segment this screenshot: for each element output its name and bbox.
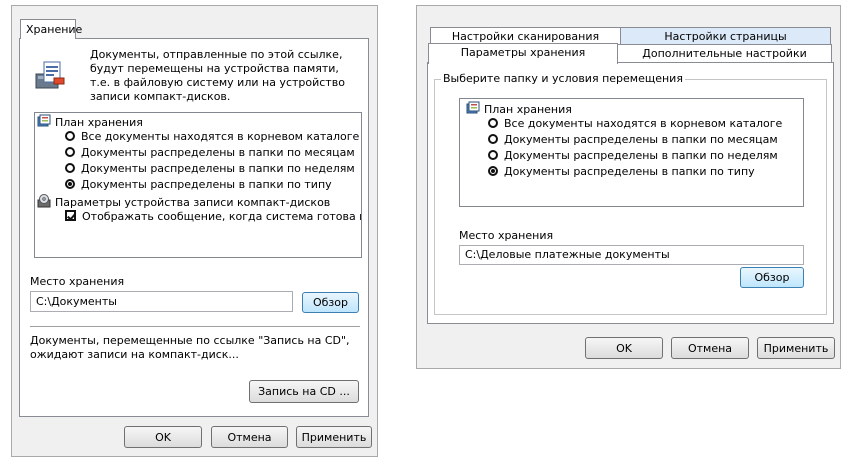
radio-button-selected[interactable] — [65, 179, 75, 189]
radio-option-weeks[interactable]: Документы распределены в папки по неделя… — [488, 149, 778, 162]
tab-storage-params[interactable]: Параметры хранения — [428, 43, 618, 64]
radio-button[interactable] — [488, 118, 498, 128]
radio-label: Документы распределены в папки по месяца… — [504, 133, 778, 146]
radio-option-type[interactable]: Документы распределены в папки по типу — [65, 178, 332, 191]
radio-button[interactable] — [488, 150, 498, 160]
radio-button[interactable] — [65, 147, 75, 157]
burn-cd-button[interactable]: Запись на CD ... — [249, 380, 359, 403]
cancel-button[interactable]: Отмена — [211, 426, 288, 448]
plan-node: План хранения — [37, 114, 143, 129]
radio-label: Все документы находятся в корневом катал… — [504, 117, 783, 130]
cancel-button[interactable]: Отмена — [671, 337, 749, 359]
radio-option-months[interactable]: Документы распределены в папки по месяца… — [65, 146, 355, 159]
storage-plan-tree[interactable]: План хранения Все документы находятся в … — [459, 98, 804, 207]
radio-label: Документы распределены в папки по неделя… — [81, 162, 355, 175]
radio-button[interactable] — [65, 131, 75, 141]
tab-advanced-settings[interactable]: Дополнительные настройки — [617, 44, 832, 62]
tab-page-settings[interactable]: Настройки страницы — [620, 27, 831, 45]
radio-label: Документы распределены в папки по неделя… — [504, 149, 778, 162]
radio-option-weeks[interactable]: Документы распределены в папки по неделя… — [65, 162, 355, 175]
apply-button[interactable]: Применить — [757, 337, 835, 359]
group-label: Выберите папку и условия перемещения — [441, 72, 685, 85]
checkbox-label: Отображать сообщение, когда система гото… — [82, 210, 362, 223]
document-storage-icon — [34, 60, 66, 92]
cd-params-label: Параметры устройства записи компакт-диск… — [55, 196, 331, 209]
storage-description: Документы, отправленные по этой ссылке, … — [90, 48, 345, 103]
storage-options-tree[interactable]: План хранения Все документы находятся в … — [34, 112, 362, 258]
plan-label: План хранения — [55, 116, 143, 129]
divider — [30, 326, 360, 327]
ok-button[interactable]: OK — [124, 426, 202, 448]
radio-button[interactable] — [488, 134, 498, 144]
tab-storage[interactable]: Хранение — [20, 19, 82, 39]
browse-button[interactable]: Обзор — [740, 267, 804, 288]
radio-button-selected[interactable] — [488, 166, 498, 176]
cd-message-checkbox[interactable] — [65, 210, 76, 221]
cd-writer-icon — [37, 194, 51, 208]
storage-plan-icon — [37, 114, 51, 128]
location-input[interactable]: C:\Документы — [30, 291, 293, 312]
radio-option-root[interactable]: Все документы находятся в корневом катал… — [65, 130, 359, 143]
plan-node: План хранения — [466, 101, 572, 116]
location-input[interactable]: C:\Деловые платежные документы — [459, 245, 804, 265]
ok-button[interactable]: OK — [585, 337, 663, 359]
cd-note: Документы, перемещенные по ссылке "Запис… — [30, 334, 350, 361]
plan-label: План хранения — [484, 103, 572, 116]
radio-label: Документы распределены в папки по типу — [81, 178, 332, 191]
location-label: Место хранения — [30, 275, 125, 288]
radio-option-type[interactable]: Документы распределены в папки по типу — [488, 165, 755, 178]
radio-label: Документы распределены в папки по месяца… — [81, 146, 355, 159]
browse-button[interactable]: Обзор — [302, 292, 359, 313]
cd-message-option[interactable]: Отображать сообщение, когда система гото… — [65, 210, 362, 223]
radio-label: Все документы находятся в корневом катал… — [81, 130, 360, 143]
cd-params-node: Параметры устройства записи компакт-диск… — [37, 194, 330, 209]
radio-option-months[interactable]: Документы распределены в папки по месяца… — [488, 133, 778, 146]
apply-button[interactable]: Применить — [296, 426, 372, 448]
location-label: Место хранения — [459, 229, 554, 242]
radio-label: Документы распределены в папки по типу — [504, 165, 755, 178]
storage-plan-icon — [466, 101, 480, 115]
radio-option-root[interactable]: Все документы находятся в корневом катал… — [488, 117, 782, 130]
radio-button[interactable] — [65, 163, 75, 173]
